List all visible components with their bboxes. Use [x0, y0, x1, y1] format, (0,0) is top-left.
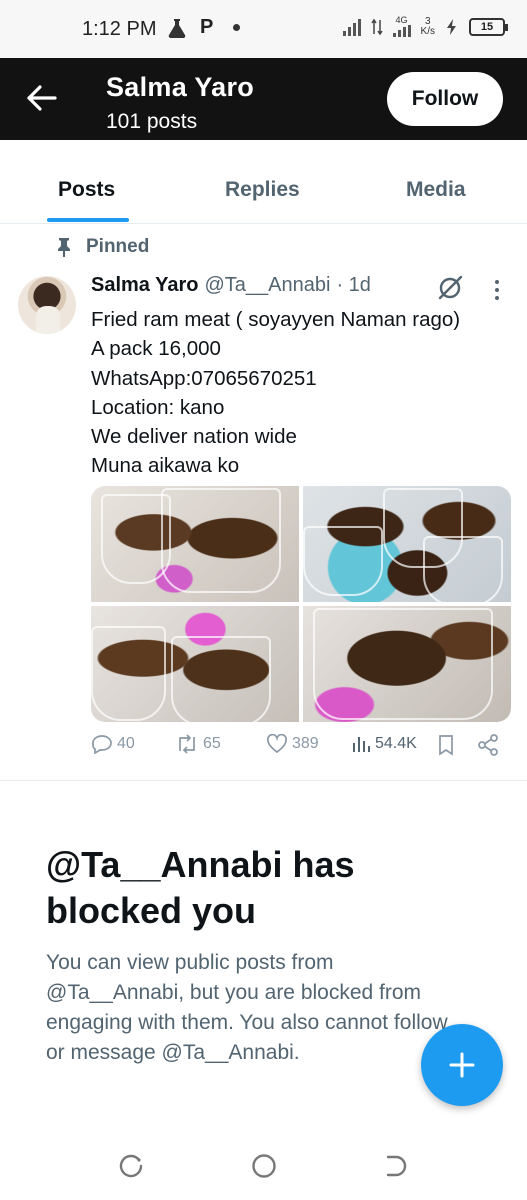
signal-1-icon [342, 18, 361, 36]
more-options-button[interactable] [488, 276, 506, 304]
signal-2-icon [392, 25, 411, 37]
repost-button[interactable]: 65 [175, 734, 221, 754]
views-button[interactable]: 54.4K [351, 734, 417, 754]
reply-icon [92, 735, 112, 754]
repost-icon [179, 734, 195, 754]
data-arrows-icon [370, 18, 383, 35]
posts-count: 101 posts [106, 110, 198, 133]
profile-header: Salma Yaro 101 posts Follow [0, 58, 527, 140]
charging-icon [447, 18, 456, 35]
recent-apps-icon [119, 1154, 143, 1178]
post-image[interactable] [303, 486, 511, 602]
notification-dot-icon [233, 24, 241, 31]
compose-button[interactable] [421, 1024, 503, 1106]
status-system-icons: 4G 3 K/s 15 [342, 15, 508, 37]
post-line: Muna aikawa ko [91, 454, 240, 478]
bookmark-icon [439, 735, 453, 756]
post-line: Location: kano [91, 395, 225, 419]
home-button[interactable] [250, 1152, 278, 1180]
post-media-grid[interactable] [91, 486, 511, 722]
back-button[interactable] [24, 80, 60, 116]
active-tab-indicator [47, 218, 129, 222]
post-time: · 1d [336, 274, 371, 296]
post-line: Fried ram meat ( soyayyen Naman rago) [91, 308, 461, 331]
back-curve-icon [386, 1155, 407, 1177]
post-line: WhatsApp:07065670251 [91, 366, 317, 390]
system-navigation-bar [0, 1130, 527, 1200]
views-icon [353, 737, 370, 752]
status-bar: 1:12 PM P 4G 3 K/s 15 [0, 0, 527, 58]
blocked-description: You can view public posts from @Ta__Anna… [46, 951, 448, 1064]
share-icon [478, 734, 498, 756]
bookmark-button[interactable] [437, 734, 455, 756]
reply-count: 40 [117, 735, 135, 752]
pin-icon [58, 238, 70, 257]
post-line: We deliver nation wide [91, 425, 297, 449]
p-icon: P [200, 16, 214, 38]
post-image[interactable] [91, 606, 299, 722]
tab-posts[interactable]: Posts [58, 178, 115, 202]
post-header: Salma Yaro @Ta__Annabi · 1d [91, 274, 371, 297]
battery-icon: 15 [469, 17, 508, 36]
follow-button[interactable]: Follow [387, 72, 503, 126]
post-line: A pack 16,000 [91, 337, 221, 361]
heart-icon [266, 734, 288, 754]
tab-replies[interactable]: Replies [225, 178, 300, 202]
avatar[interactable] [18, 276, 76, 334]
like-button[interactable]: 389 [266, 734, 319, 754]
status-notification-icons: P [168, 16, 241, 39]
grok-icon [438, 275, 463, 300]
divider [0, 780, 527, 781]
recent-apps-button[interactable] [117, 1152, 145, 1180]
flask-icon [168, 18, 186, 38]
post-text: Fried ram meat ( soyayyen Naman rago) A … [91, 305, 460, 481]
repost-count: 65 [203, 735, 221, 752]
post-actions: 40 65 389 54.4K [91, 734, 511, 764]
profile-tabs: Posts Replies Media [0, 140, 527, 224]
like-count: 389 [292, 735, 319, 752]
post-author-name[interactable]: Salma Yaro [91, 274, 198, 297]
pinned-label: Pinned [56, 236, 149, 258]
reply-button[interactable]: 40 [91, 734, 135, 754]
blocked-title: @Ta__Annabi has blocked you [46, 844, 355, 931]
profile-name: Salma Yaro [106, 72, 255, 102]
post-image[interactable] [303, 606, 511, 722]
plus-icon [449, 1052, 475, 1078]
arrow-left-icon [27, 85, 57, 111]
status-time: 1:12 PM [82, 18, 157, 40]
post-handle[interactable]: @Ta__Annabi [204, 274, 330, 297]
network-speed: 3 K/s [420, 15, 435, 37]
grok-button[interactable] [436, 274, 464, 302]
share-button[interactable] [477, 734, 499, 756]
network-type-icon: 4G [392, 16, 411, 37]
views-count: 54.4K [375, 735, 417, 752]
system-back-button[interactable] [382, 1152, 410, 1180]
tab-media[interactable]: Media [406, 178, 466, 202]
home-circle-icon [252, 1154, 276, 1178]
post-image[interactable] [91, 486, 299, 602]
